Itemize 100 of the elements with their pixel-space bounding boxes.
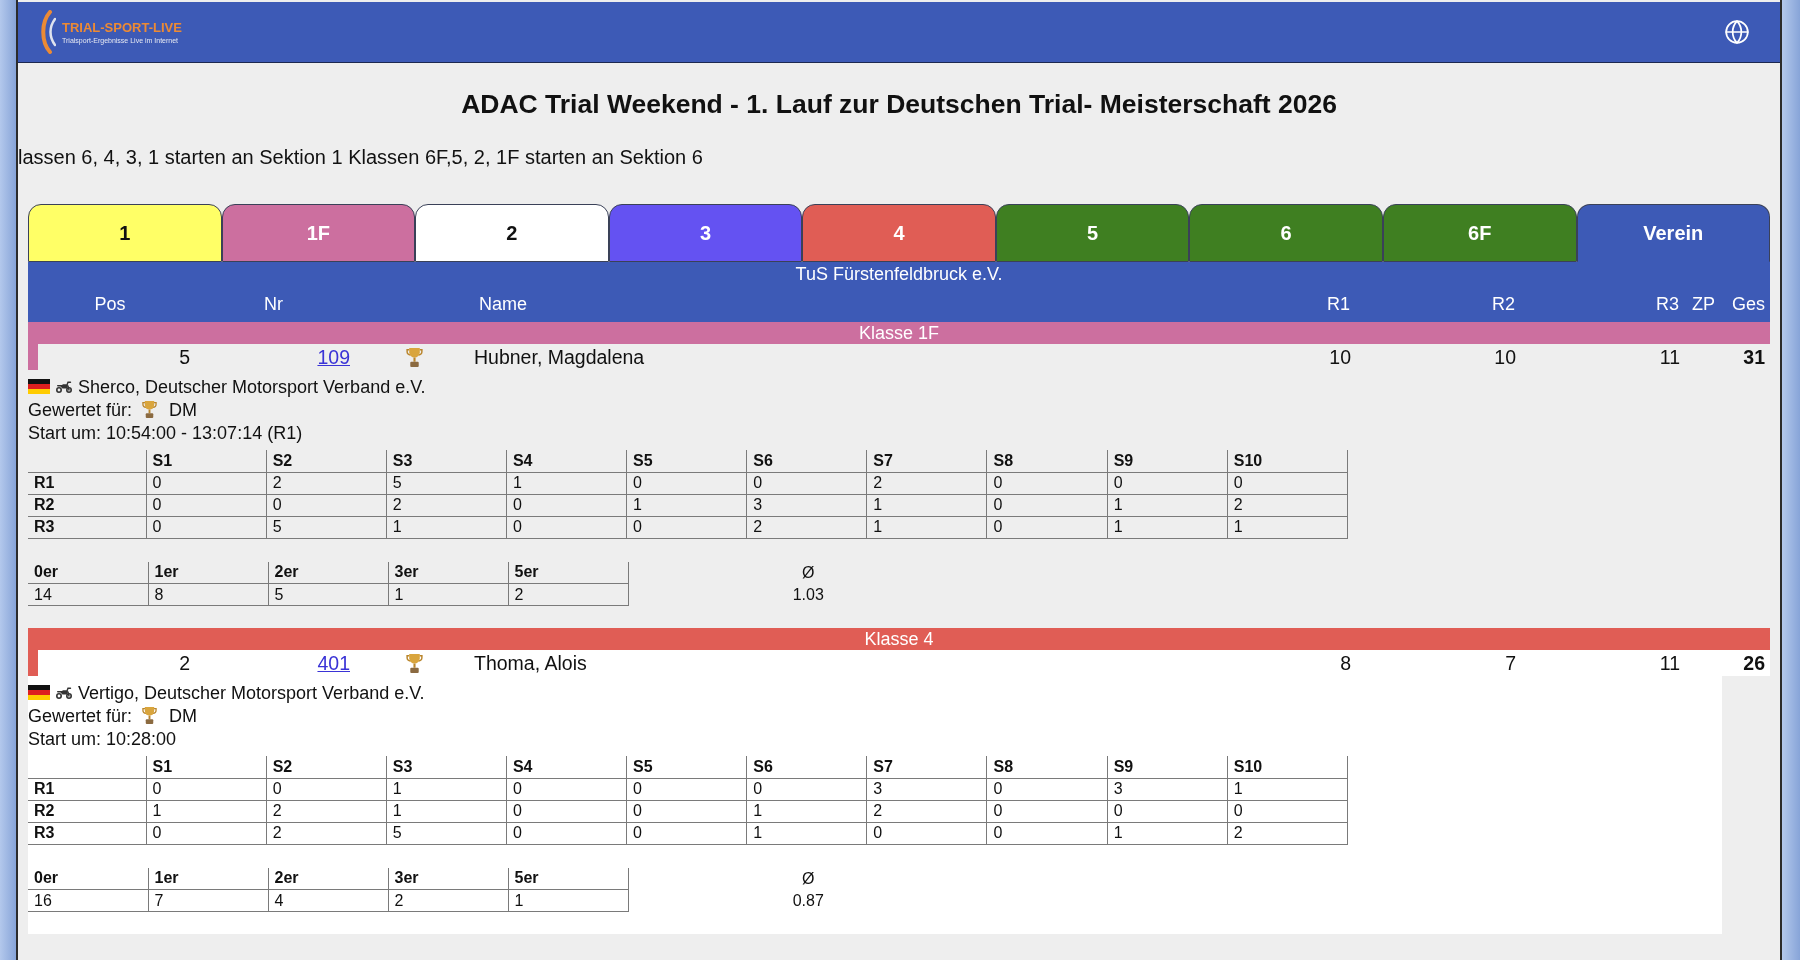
class-banner: Klasse 4 [28,628,1770,650]
column-header: Pos [94,293,126,315]
column-header: S5 [626,450,747,472]
class-tab[interactable]: 3 [608,204,803,262]
table-cell: 14 [28,583,148,606]
table-cell: 4 [268,889,388,912]
rated-for-text: DM [169,398,198,421]
table-cell: 1 [1227,516,1348,538]
class-tab[interactable]: 4 [802,204,996,262]
column-header: ZP [1692,293,1716,315]
table-cell: 0 [1227,472,1348,494]
class-tab[interactable]: 2 [415,204,609,262]
column-header: S1 [146,756,267,778]
start-note: lassen 6, 4, 3, 1 starten an Sektion 1 Klassen 6F,5, 2, 1F starten an Sektion 6 [18,145,703,169]
class-tab[interactable]: 1 [28,204,222,262]
row-header: R1 [28,472,146,494]
column-header: S10 [1227,756,1348,778]
table-cell: 0 [266,778,387,800]
column-header: R2 [1492,293,1516,315]
table-cell: 1 [626,494,747,516]
round-score: 11 [1659,345,1681,369]
column-header: S6 [746,756,867,778]
language-button[interactable] [1723,18,1751,46]
table-cell: 0 [1107,800,1228,822]
table-cell: 7 [148,889,268,912]
class-tab[interactable]: 1F [221,204,416,262]
team-text: Sherco, Deutscher Motorsport Verband e.V. [78,375,426,398]
column-header: S9 [1107,756,1228,778]
average-label: Ø [628,867,988,890]
class-banner: Klasse 1F [28,322,1770,344]
table-cell: 0 [506,494,627,516]
class-tab[interactable]: 6F [1382,204,1577,262]
rated-label: Gewertet für: [28,398,133,421]
column-header: S2 [266,756,387,778]
table-cell: 0 [146,822,267,844]
table-cell: 5 [386,472,507,494]
table-cell: 2 [1227,494,1348,516]
column-header: R1 [1327,293,1351,315]
table-cell: 0 [506,516,627,538]
table-cell: 8 [148,583,268,606]
average-value: 1.03 [628,583,988,606]
class-tab[interactable]: 6 [1189,204,1383,262]
table-cell: 1 [388,583,508,606]
class-tab[interactable]: 5 [995,204,1190,262]
start-number-link[interactable]: 401 [317,651,350,675]
logo-title: TRIAL-SPORT-LIVE [62,19,182,35]
table-cell: 2 [508,583,628,606]
table-cell: 1 [386,516,507,538]
table-cell: 5 [386,822,507,844]
start-time-text: Start um: 10:54:00 - 13:07:14 (R1) [28,421,303,444]
table-cell: 1 [866,516,987,538]
event-title: ADAC Trial Weekend - 1. Lauf zur Deutschen Trial- Meisterschaft 2026 [461,89,1337,119]
table-cell: 0 [1107,472,1228,494]
average-label: Ø [628,561,988,584]
class-tab[interactable]: Verein [1576,204,1771,262]
table-cell: 1 [1107,494,1228,516]
total-score: 31 [1743,345,1766,369]
trophy-icon [406,653,423,673]
column-header: S7 [866,450,987,472]
column-header: S2 [266,450,387,472]
total-score: 26 [1743,651,1766,675]
column-header: S8 [987,756,1108,778]
round-score: 8 [1340,651,1352,675]
table-cell: 1 [746,800,867,822]
table-cell: 3 [746,494,867,516]
row-header: R1 [28,778,146,800]
column-header: S6 [746,450,867,472]
flag-icon [28,379,50,394]
table-cell: 0 [266,494,387,516]
table-cell: 2 [1227,822,1348,844]
column-header: Nr [264,293,283,315]
start-number-link[interactable]: 109 [317,345,350,369]
table-cell: 1 [1227,778,1348,800]
table-cell: 0 [626,822,747,844]
column-header: S5 [626,756,747,778]
table-cell: 0 [1227,800,1348,822]
table-cell: 1 [1107,822,1228,844]
table-cell: 0 [746,778,867,800]
flag-icon [28,685,50,700]
table-cell: 1 [866,494,987,516]
column-header: 3er [388,561,508,584]
table-cell: 0 [626,800,747,822]
motorcycle-icon [56,380,72,393]
table-cell: 0 [626,472,747,494]
column-header: S4 [506,756,627,778]
table-cell: 0 [146,472,267,494]
table-cell: 0 [506,822,627,844]
column-header: 5er [508,867,628,890]
column-header: S3 [386,450,507,472]
column-header: S7 [866,756,987,778]
round-score: 10 [1494,345,1517,369]
round-score: 7 [1505,651,1517,675]
table-cell: 2 [386,494,507,516]
start-time-text: Start um: 10:28:00 [28,727,177,750]
table-cell: 0 [987,494,1108,516]
column-header: 2er [268,867,388,890]
round-score: 11 [1659,651,1681,675]
column-header: R3 [1656,293,1680,315]
column-header: 0er [28,561,148,584]
column-header: S9 [1107,450,1228,472]
